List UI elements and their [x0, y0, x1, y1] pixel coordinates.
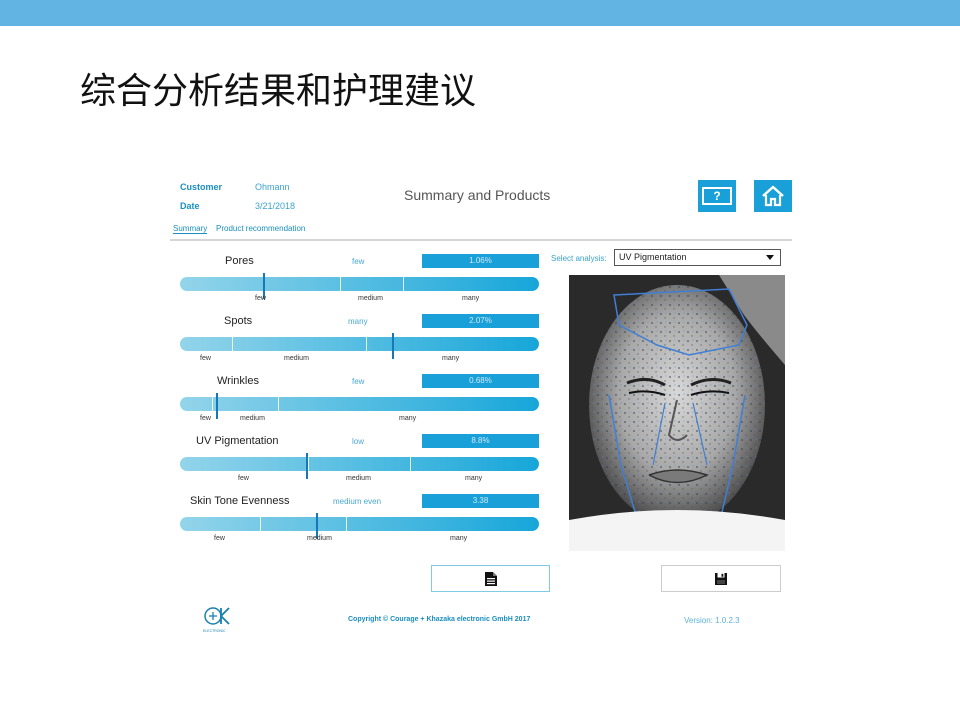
select-analysis-label: Select analysis: [551, 254, 607, 263]
scale-divider [278, 397, 279, 411]
scale-label: medium [307, 535, 332, 542]
ck-logo: ELECTRONIC [203, 605, 233, 637]
scale-label: many [450, 535, 468, 542]
tab-summary[interactable]: Summary [173, 224, 208, 234]
scale-label: few [238, 475, 249, 482]
scale-divider [260, 517, 261, 531]
metric-row: UV Pigmentation low 8.8% few medium many [180, 434, 540, 495]
scale-divider [403, 277, 404, 291]
app-title: Summary and Products [404, 187, 551, 203]
metric-scale-bar [180, 273, 539, 299]
metric-name: Pores [225, 255, 254, 267]
scale-label: many [399, 415, 417, 422]
scale-divider [340, 277, 341, 291]
app-window: Customer Ohmann Date 3/21/2018 Summary a… [170, 172, 792, 642]
metric-scale-bar [180, 513, 539, 539]
metric-value-badge: 0.68% [422, 374, 539, 388]
face-illustration [569, 275, 785, 551]
logo-subtext: ELECTRONIC [203, 629, 226, 633]
save-button[interactable] [661, 565, 781, 592]
scale-label: many [442, 355, 460, 362]
metric-row: Skin Tone Evenness medium even 3.38 few medi… [180, 494, 540, 555]
metric-level: few [352, 257, 365, 266]
tab-product-recommendation[interactable]: Product recommendation [216, 224, 305, 233]
metric-row: Wrinkles few 0.68% few medium many [180, 374, 540, 435]
scale-divider [212, 397, 213, 411]
chevron-down-icon [766, 255, 774, 260]
metric-value-badge: 1.06% [422, 254, 539, 268]
metric-row: Spots many 2.07% few medium many [180, 314, 540, 375]
metric-name: Spots [224, 315, 253, 327]
metric-level: many [348, 317, 368, 326]
scale-label: few [200, 355, 211, 362]
scale-divider [232, 337, 233, 351]
date-value: 3/21/2018 [255, 201, 296, 211]
metric-level: medium even [333, 497, 382, 506]
metric-row: Pores few 1.06% few medium many [180, 254, 540, 315]
metric-marker [216, 393, 218, 419]
metric-level: low [352, 437, 365, 446]
tab-underline [170, 239, 792, 241]
version-text: Version: 1.0.2.3 [684, 616, 740, 625]
scale-label: medium [346, 475, 371, 482]
scale-label: medium [358, 295, 383, 302]
metric-marker [306, 453, 308, 479]
metric-marker [392, 333, 394, 359]
metric-scale-bar [180, 333, 539, 359]
scale-label: many [465, 475, 483, 482]
metric-value-badge: 2.07% [422, 314, 539, 328]
home-button[interactable] [754, 180, 792, 212]
metric-level: few [352, 377, 365, 386]
scale-label: medium [284, 355, 309, 362]
slide-title: 综合分析结果和护理建议 [80, 71, 477, 112]
scale-label: medium [240, 415, 265, 422]
metric-value-badge: 3.38 [422, 494, 539, 508]
scale-divider [366, 337, 367, 351]
customer-value: Ohmann [255, 182, 290, 192]
scale-label: many [462, 295, 480, 302]
metric-scale-bar [180, 453, 539, 479]
metric-name: Wrinkles [217, 375, 259, 387]
date-label: Date [180, 201, 200, 211]
slide-top-bar [0, 0, 960, 26]
metric-name: Skin Tone Evenness [190, 495, 290, 507]
metric-name: UV Pigmentation [196, 435, 279, 447]
uv-face-image [569, 275, 785, 551]
metric-scale-bar [180, 393, 539, 419]
customer-label: Customer [180, 182, 223, 192]
analysis-dropdown-value: UV Pigmentation [619, 252, 687, 262]
scale-divider [308, 457, 309, 471]
help-icon: ? [702, 187, 732, 205]
scale-label: few [214, 535, 225, 542]
copyright-text: Copyright © Courage + Khazaka electronic… [348, 616, 531, 623]
scale-label: few [255, 295, 266, 302]
report-button[interactable] [431, 565, 550, 592]
analysis-dropdown[interactable]: UV Pigmentation [614, 249, 781, 266]
home-icon [762, 185, 784, 207]
scale-divider [410, 457, 411, 471]
document-icon [484, 571, 497, 586]
scale-label: few [200, 415, 211, 422]
scale-divider [346, 517, 347, 531]
save-icon [715, 572, 727, 585]
metric-value-badge: 8.8% [422, 434, 539, 448]
help-button[interactable]: ? [698, 180, 736, 212]
